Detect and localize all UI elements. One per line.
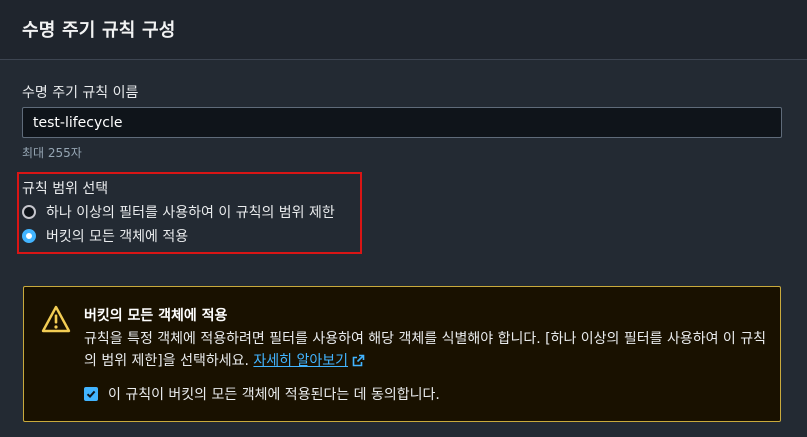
warning-icon — [41, 305, 71, 333]
learn-more-link[interactable]: 자세히 알아보기 — [253, 353, 365, 369]
acknowledge-checkbox[interactable] — [84, 387, 98, 401]
external-link-icon — [352, 354, 365, 367]
acknowledge-label: 이 규칙이 버킷의 모든 객체에 적용된다는 데 동의합니다. — [108, 387, 440, 403]
section-title: 수명 주기 규칙 구성 — [22, 20, 176, 41]
rule-name-input[interactable] — [22, 107, 782, 138]
rule-name-constraint: 최대 255자 — [22, 146, 82, 160]
warning-body-text: 규칙을 특정 객체에 적용하려면 필터를 사용하여 해당 객체를 식별해야 합니… — [84, 331, 767, 369]
radio-button-unselected[interactable] — [22, 205, 36, 219]
scope-option-filter[interactable]: 하나 이상의 필터를 사용하여 이 규칙의 범위 제한 — [22, 202, 335, 222]
scope-option-filter-label: 하나 이상의 필터를 사용하여 이 규칙의 범위 제한 — [46, 205, 335, 221]
warning-body: 규칙을 특정 객체에 적용하려면 필터를 사용하여 해당 객체를 식별해야 합니… — [84, 328, 774, 372]
warning-alert: 버킷의 모든 객체에 적용 규칙을 특정 객체에 적용하려면 필터를 사용하여 … — [23, 286, 781, 422]
rule-scope-label: 규칙 범위 선택 — [22, 181, 109, 197]
checkmark-icon — [86, 390, 96, 399]
scope-option-all-objects-label: 버킷의 모든 객체에 적용 — [46, 229, 189, 245]
radio-button-selected[interactable] — [22, 229, 36, 243]
acknowledge-row[interactable]: 이 규칙이 버킷의 모든 객체에 적용된다는 데 동의합니다. — [84, 384, 440, 404]
warning-title: 버킷의 모든 객체에 적용 — [84, 308, 228, 324]
scope-option-all-objects[interactable]: 버킷의 모든 객체에 적용 — [22, 226, 188, 246]
section-header: 수명 주기 규칙 구성 — [0, 0, 807, 60]
learn-more-link-text: 자세히 알아보기 — [253, 353, 349, 369]
rule-name-label: 수명 주기 규칙 이름 — [22, 85, 139, 101]
